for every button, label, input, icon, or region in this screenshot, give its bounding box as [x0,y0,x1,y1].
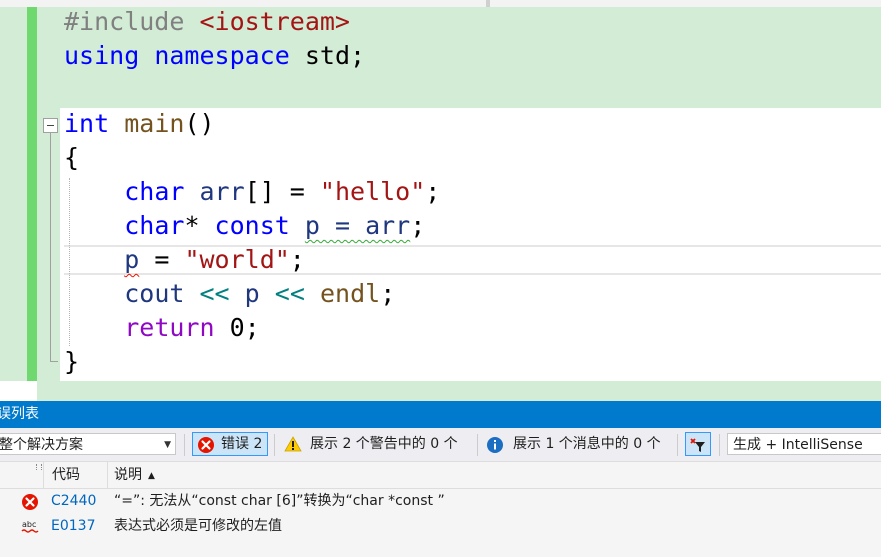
code-token: arr [199,177,245,206]
code-token: ; [289,245,305,274]
error-code-link[interactable]: C2440 [51,489,96,513]
code-line[interactable]: } [64,345,79,379]
info-icon [487,437,503,453]
code-token: namespace [154,41,290,70]
error-code-link[interactable]: E0137 [51,514,95,538]
code-token: int [64,109,110,138]
build-filter-value: 生成 + IntelliSense [733,437,863,453]
error-description: “=”: 无法从“const char [6]”转换为“char *const … [114,493,445,509]
code-token: "hello" [319,177,426,206]
warning-icon [284,436,302,452]
scope-value: 整个解决方案 [0,437,83,453]
code-token: << [199,279,230,308]
code-token: char [124,177,185,206]
fold-line [50,133,51,361]
table-row[interactable]: C2440 “=”: 无法从“const char [6]”转换为“char *… [0,489,881,513]
code-line[interactable]: p = "world"; [64,243,305,277]
collapse-icon[interactable] [43,118,58,133]
header-description-column[interactable]: 说明 ▲ [108,462,881,488]
code-token: endl [319,279,381,308]
code-token: return [124,313,215,342]
error-icon [198,437,214,453]
code-token: char [124,211,185,240]
error-list-toolbar: 整个解决方案 ▼ 错误 2 展示 2 个警告中的 0 个 展示 1 个消息中的 … [0,428,881,462]
code-line[interactable]: char* const p = arr; [64,209,425,243]
filter-clear-icon [690,438,705,452]
scope-dropdown[interactable]: 整个解决方案 ▼ [0,433,176,455]
messages-label: 展示 1 个消息中的 0 个 [513,436,661,452]
change-tracking-bar [27,7,37,381]
chevron-down-icon: ▼ [164,440,171,450]
error-icon [22,494,38,510]
code-token: } [64,347,80,376]
code-token: ; [425,177,441,206]
code-token: () [184,109,215,138]
build-intellisense-dropdown[interactable]: 生成 + IntelliSense [727,433,881,455]
error-description: 表达式必须是可修改的左值 [114,518,282,534]
code-token: cout [124,279,185,308]
code-token: = [139,245,185,274]
errors-label: 错误 2 [221,436,263,452]
code-token: "world" [184,245,290,274]
code-token: std; [289,41,366,70]
code-token: main [124,109,185,138]
code-line[interactable]: #include <iostream> [64,5,350,39]
code-token: const [214,211,290,240]
code-token: p [124,245,140,274]
code-line[interactable]: return 0; [64,311,260,345]
error-list-panel: 误列表 整个解决方案 ▼ 错误 2 展示 2 个警告中的 0 个 展示 1 个消… [0,401,881,557]
code-editor[interactable]: #include <iostream> using namespace std; i… [0,0,881,401]
errors-filter-button[interactable]: 错误 2 [192,432,268,456]
code-token: [] = [244,177,320,206]
code-token: p [244,279,260,308]
table-row[interactable]: abc E0137 表达式必须是可修改的左值 [0,514,881,538]
intellisense-error-icon: abc [21,520,39,533]
panel-title: 误列表 [0,406,39,422]
header-code-column[interactable]: 代码 [44,462,108,488]
code-line[interactable]: int main() [64,107,215,141]
code-token: * [184,211,215,240]
code-line[interactable]: { [64,141,79,175]
warnings-label: 展示 2 个警告中的 0 个 [310,436,458,452]
clear-filter-button[interactable] [685,432,711,456]
svg-text:abc: abc [22,520,36,529]
code-token: 0; [214,313,260,342]
code-token: p = arr [304,211,411,240]
sort-ascending-icon: ▲ [148,471,155,481]
error-list-title-bar[interactable]: 误列表 [0,401,881,428]
indicator-margin [0,7,27,381]
code-token: ; [380,279,396,308]
code-token: <iostream> [199,7,350,36]
code-token: << [274,279,305,308]
code-line[interactable]: using namespace std; [64,39,365,73]
code-token: using [64,41,140,70]
code-token: ; [410,211,426,240]
error-table-header: 代码 说明 ▲ [0,462,881,489]
code-line[interactable]: char arr[] = "hello"; [64,175,440,209]
code-line[interactable]: cout << p << endl; [64,277,395,311]
code-token: { [64,143,80,172]
code-token: #include [64,7,200,36]
header-icon-column[interactable] [0,462,44,488]
